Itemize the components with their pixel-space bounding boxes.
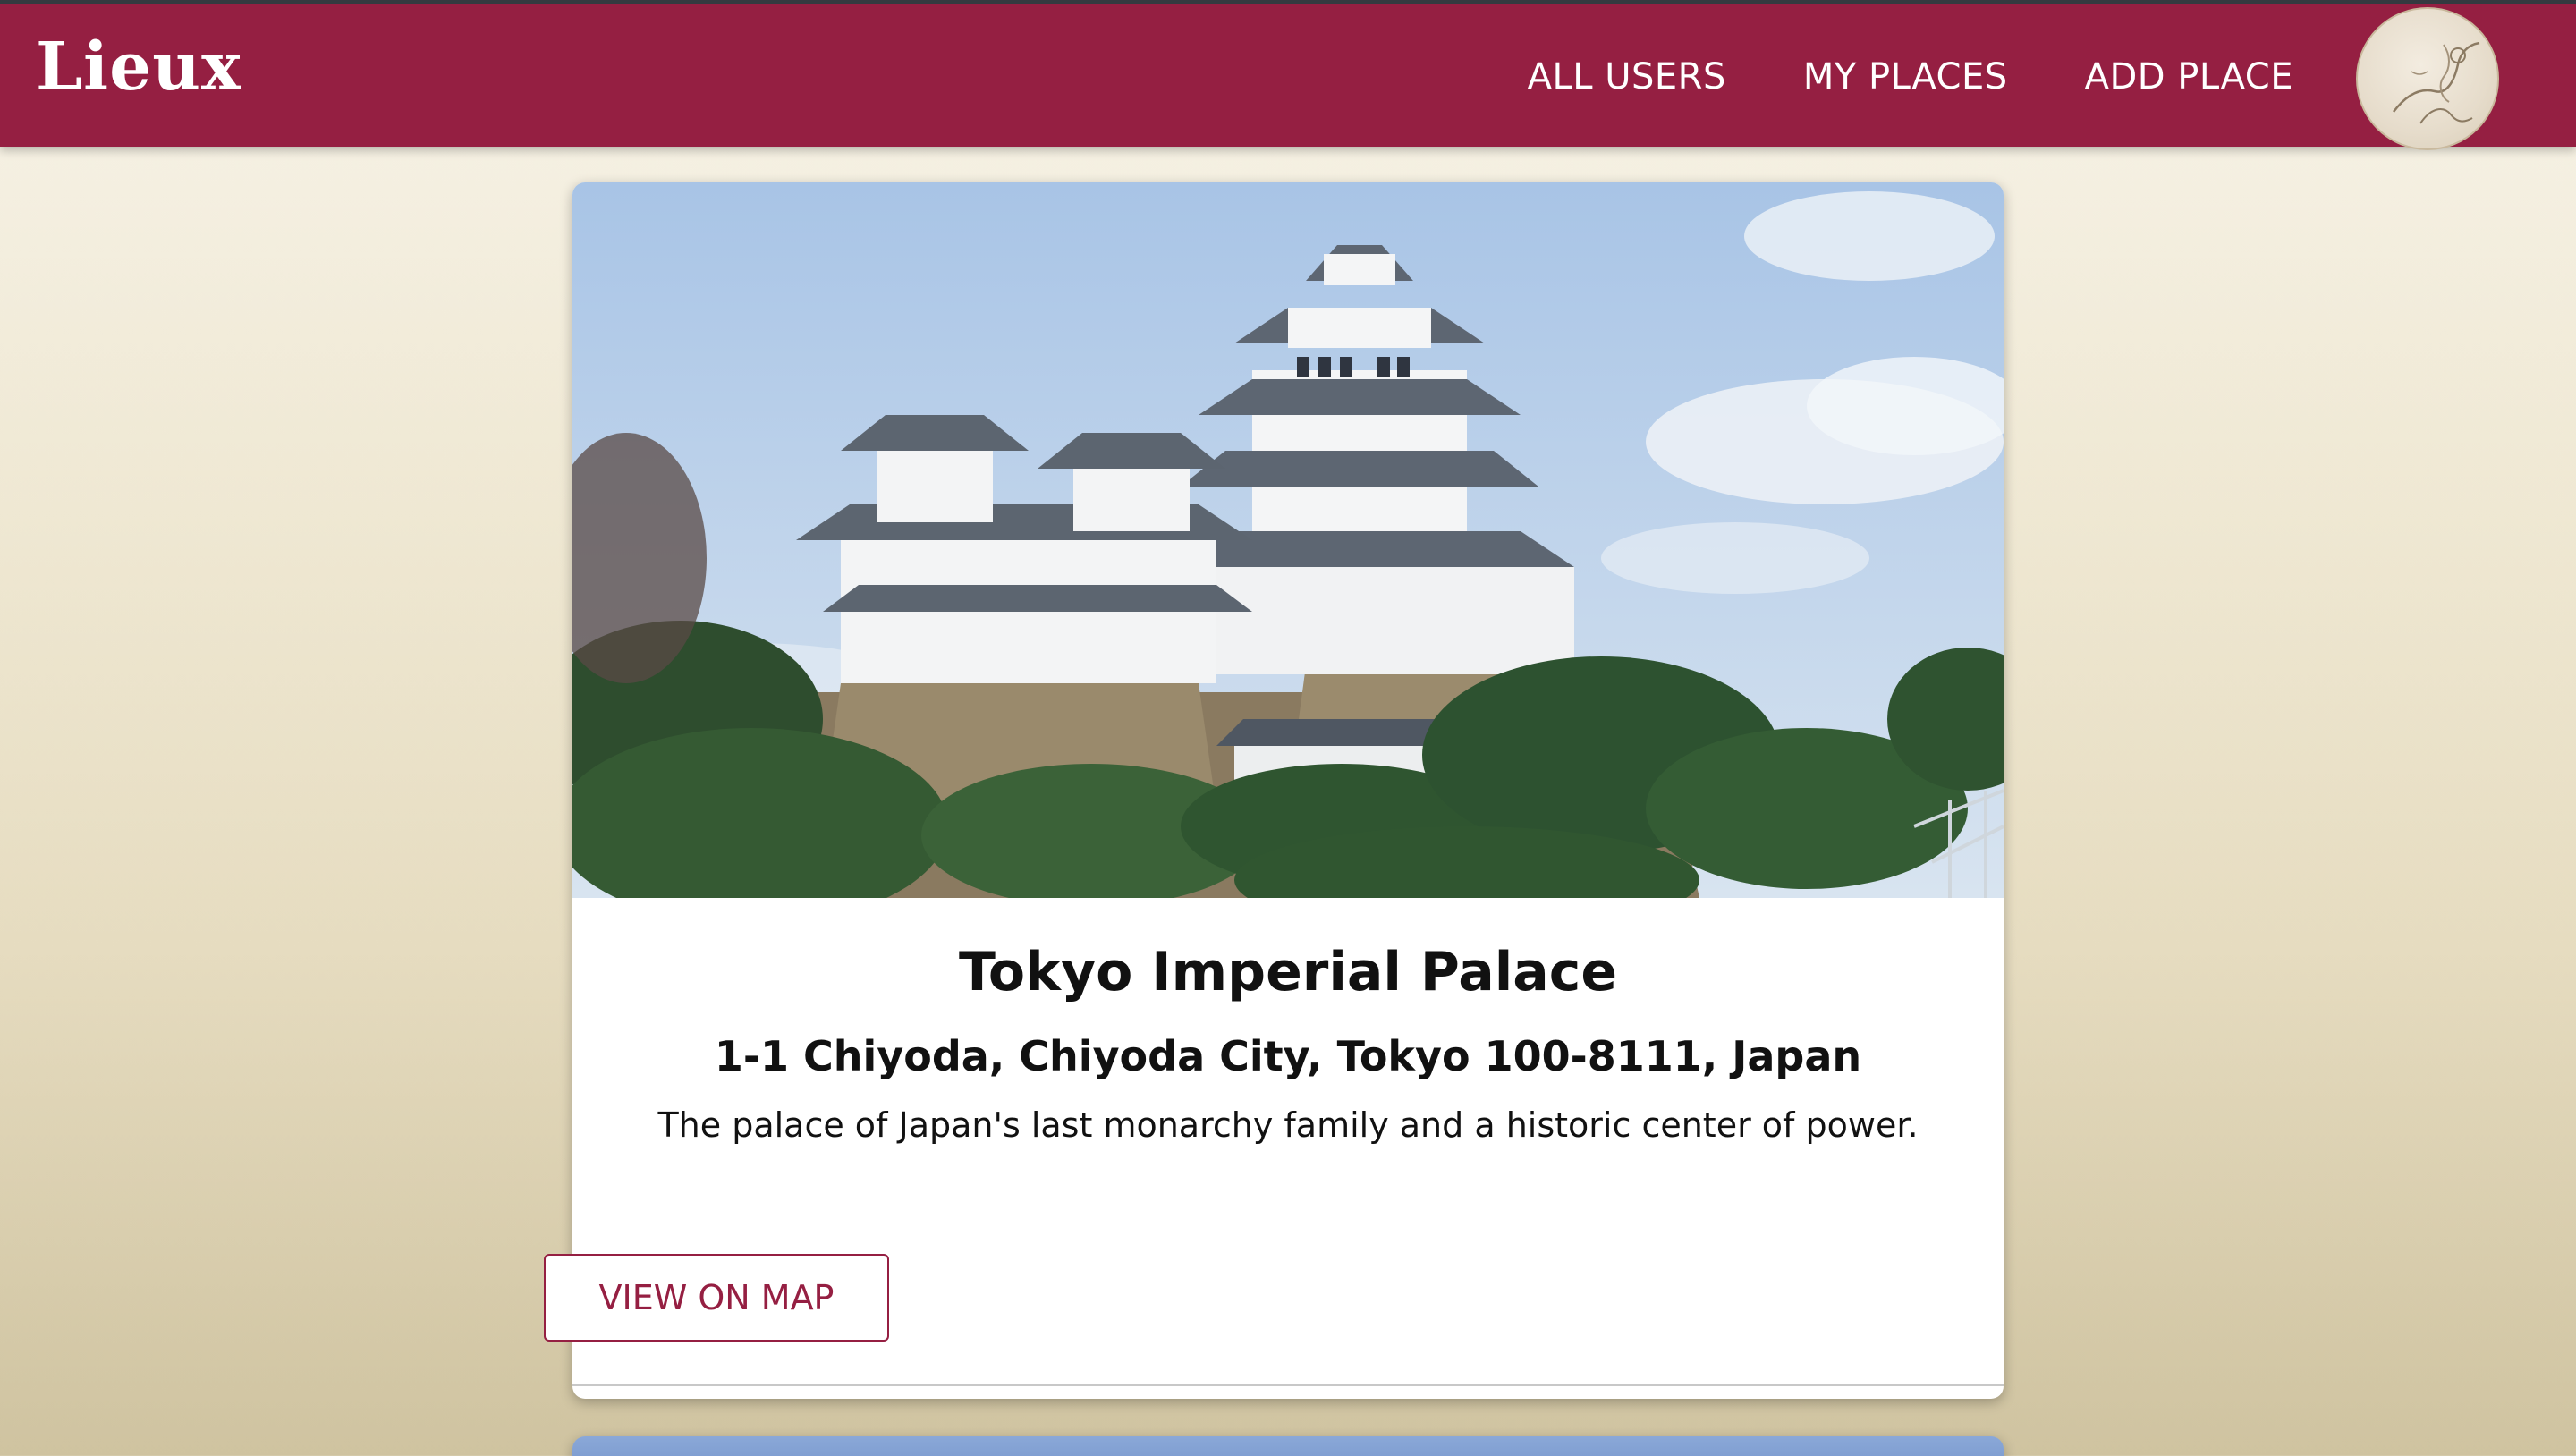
next-place-card [572, 1436, 2004, 1456]
place-card: Tokyo Imperial Palace 1-1 Chiyoda, Chiyo… [572, 182, 2004, 1399]
nav-my-places[interactable]: MY PLACES [1803, 56, 2008, 97]
place-description: The palace of Japan's last monarchy fami… [657, 1105, 1919, 1145]
avatar-sketch-icon [2393, 41, 2480, 124]
card-divider [572, 1384, 2004, 1386]
view-on-map-button[interactable]: VIEW ON MAP [544, 1254, 889, 1342]
place-title: Tokyo Imperial Palace [958, 941, 1618, 1003]
place-address: 1-1 Chiyoda, Chiyoda City, Tokyo 100-811… [714, 1032, 1862, 1080]
top-navigation-bar: Lieux ALL USERS MY PLACES ADD PLACE [0, 0, 2576, 150]
nav-add-place[interactable]: ADD PLACE [2085, 56, 2293, 97]
main-nav: ALL USERS MY PLACES ADD PLACE [1451, 4, 2293, 150]
place-photo [572, 182, 2004, 898]
site-logo[interactable]: Lieux [36, 34, 242, 100]
nav-all-users[interactable]: ALL USERS [1528, 56, 1726, 97]
user-avatar[interactable] [2356, 7, 2499, 150]
